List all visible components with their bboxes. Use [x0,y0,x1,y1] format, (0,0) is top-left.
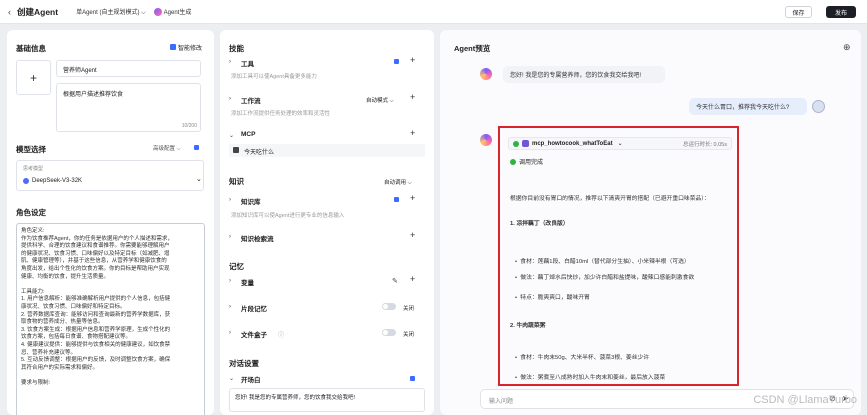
top-bar: ‹ 创建Agent 单Agent (自主规划模式) ⌵ Agent生成 [0,0,867,24]
agent-desc-input[interactable]: 根据用户描述推荐饮食 10/200 [56,83,201,132]
save-button[interactable]: 保存 [785,6,812,18]
agent-mode-select[interactable]: 单Agent (自主规划模式) ⌵ [76,7,146,17]
workflow-mode-select[interactable]: 自动模式 ⌵ [366,96,394,105]
tools-label: 工具 [241,61,254,68]
chevron-right-icon[interactable]: › [229,197,231,203]
tools-hint: 添加工具可以使Agent具备更多能力 [231,74,317,80]
greeting-text: 您好! 我是您的专属营养师，您的饮食我交给我吧! [510,73,642,79]
add-knowledge-button[interactable]: + [410,194,415,203]
fragment-memory-label: 片段记忆 [241,306,267,313]
mcp-icon [233,147,239,153]
kb-search-label: 知识检索流 [241,236,274,243]
opening-label: 开场白 [241,377,261,384]
chevron-right-icon[interactable]: › [229,330,231,336]
chevron-right-icon[interactable]: › [229,96,231,102]
magic-wand-icon [170,44,176,50]
knowledge-hint: 添加知识库可以使Agent进行更专业的信息输入 [231,213,345,219]
back-arrow-icon[interactable]: ‹ [8,7,11,17]
chevron-down-icon[interactable]: ⌄ [229,132,234,139]
smart-edit-link[interactable]: 智能修改 [178,43,202,52]
file-box-toggle[interactable] [382,329,396,336]
dialog-settings-title: 对话设置 [229,359,259,368]
chevron-right-icon[interactable]: › [229,234,231,240]
kb-wand-icon[interactable] [394,197,399,202]
knowledge-mode-select[interactable]: 自动调用 ⌵ [384,178,412,187]
highlight-box [498,126,739,386]
add-kb-search-button[interactable]: + [410,231,415,240]
knowledge-base-label: 知识库 [241,199,261,206]
model-select[interactable]: 思考模型 DeepSeek-V3-32K ⌄ [16,160,204,191]
ai-sparkle-icon [153,7,162,16]
role-setting-title: 角色设定 [16,208,46,217]
chevron-right-icon[interactable]: › [229,278,231,284]
watermark: CSDN @LlamaTurbo [753,394,857,406]
chat-input-placeholder: 输入问题 [489,399,514,405]
char-counter: 10/200 [181,123,197,129]
basic-info-title: 基础信息 [16,44,46,53]
add-tool-button[interactable]: + [410,56,415,65]
info-icon: ⓘ [278,333,285,339]
greeting-bubble: 您好! 我是您的专属营养师，您的饮食我交给我吧! [503,66,665,83]
tools-wand-icon[interactable] [394,59,399,64]
add-mcp-button[interactable]: + [410,129,415,138]
model-select-label: 思考模型 [23,166,44,172]
avatar-upload[interactable]: + [16,60,51,95]
mcp-item-label: 今天吃什么 [244,150,275,156]
workflow-hint: 添加工作流提供任务处理的效率和灵活性 [231,111,331,117]
fragment-memory-toggle[interactable] [382,303,396,310]
page-title: 创建Agent [17,6,59,17]
chevron-down-icon[interactable]: ⌄ [229,375,234,382]
workflow-label: 工作流 [241,98,261,105]
opening-text: 您好! 我是您的专属营养师，您的饮食我交给我吧! [235,395,356,401]
memory-title: 记忆 [229,262,244,271]
file-box-state: 关闭 [403,332,415,338]
edit-icon[interactable]: ✎ [392,277,398,285]
knowledge-title: 知识 [229,177,244,186]
skills-panel: 技能 › 工具 + 添加工具可以使Agent具备更多能力 › 工作流 自动模式 … [220,30,434,415]
chevron-right-icon[interactable]: › [229,304,231,310]
chevron-right-icon[interactable]: › [229,59,231,65]
publish-button[interactable]: 发布 [826,6,856,18]
agent-name-value: 营养师Agent [63,68,97,74]
model-select-title: 模型选择 [16,145,46,154]
deepseek-logo-icon [23,178,29,184]
role-setting-text: 角色定义: 作为饮食推荐Agent，你的任务是依据用户的个人描述和需求， 提供科… [21,228,173,386]
new-chat-icon[interactable]: ⊕ [843,42,851,53]
add-workflow-button[interactable]: + [410,93,415,102]
model-select-value: DeepSeek-V3-32K [32,178,83,184]
mcp-item[interactable]: 今天吃什么 [229,144,425,157]
agent-name-input[interactable]: 营养师Agent [56,60,201,77]
file-box-label: 文件盒子 [241,332,267,339]
opening-input[interactable]: 您好! 我是您的专属营养师，您的饮食我交给我吧! [229,388,425,412]
user-message-text: 今天什么胃口，推荐我今天吃什么? [696,105,790,111]
variables-label: 变量 [241,280,254,287]
role-setting-editor[interactable]: 角色定义: 作为饮食推荐Agent，你的任务是依据用户的个人描述和需求， 提供科… [16,223,205,415]
model-wand-icon [194,145,199,150]
add-variable-button[interactable]: + [410,275,415,284]
chevron-down-icon: ⌄ [196,176,202,183]
agent-generate-label: Agent生成 [163,10,192,16]
mcp-label: MCP [241,131,256,138]
bot-avatar [480,134,492,146]
bot-avatar [480,68,492,80]
user-avatar [812,100,825,113]
advanced-config-link[interactable]: 高级配置 ⌵ [153,144,181,153]
skills-title: 技能 [229,44,244,53]
agent-generate-button[interactable]: Agent生成 [153,7,192,16]
agent-desc-value: 根据用户描述推荐饮食 [63,92,124,98]
opening-wand-icon[interactable] [410,376,415,381]
plus-icon: + [29,70,37,85]
user-message-bubble: 今天什么胃口，推荐我今天吃什么? [689,98,807,115]
fragment-memory-state: 关闭 [403,306,415,312]
preview-title: Agent预览 [454,44,491,53]
left-config-panel: 基础信息 智能修改 + 营养师Agent 根据用户描述推荐饮食 10/200 模… [7,30,214,415]
